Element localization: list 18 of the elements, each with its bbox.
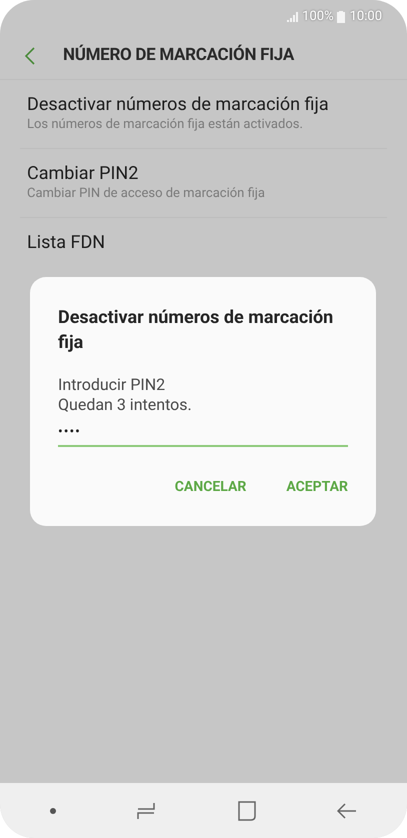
setting-title[interactable]: Desactivar números de marcación fija (27, 94, 380, 116)
dot-icon[interactable] (50, 808, 56, 814)
setting-title[interactable]: Cambiar PIN2 (27, 163, 380, 185)
screen-title: NÚMERO DE MARCACIÓN FIJA (63, 44, 294, 67)
battery-level: 100% (302, 8, 334, 26)
battery-icon (336, 11, 345, 23)
clock: 10:00 (350, 8, 382, 26)
back-arrow-icon[interactable] (336, 802, 357, 818)
dialog-title: Desactivar números de marcación fija (58, 306, 334, 355)
recent-apps-icon[interactable] (136, 800, 156, 820)
setting-subtitle: Cambiar PIN de acceso de marcación fija (27, 185, 266, 203)
dialog-message: Introducir PIN2 (58, 375, 166, 395)
pin-field[interactable]: •••• (58, 419, 348, 447)
setting-subtitle: Los números de marcación fija están activados. (27, 116, 304, 134)
home-icon[interactable] (236, 800, 257, 820)
setting-title[interactable]: Lista FDN (27, 232, 380, 254)
signal-icon (287, 12, 300, 22)
dialog-hint: Quedan 3 intentos. (58, 395, 193, 415)
